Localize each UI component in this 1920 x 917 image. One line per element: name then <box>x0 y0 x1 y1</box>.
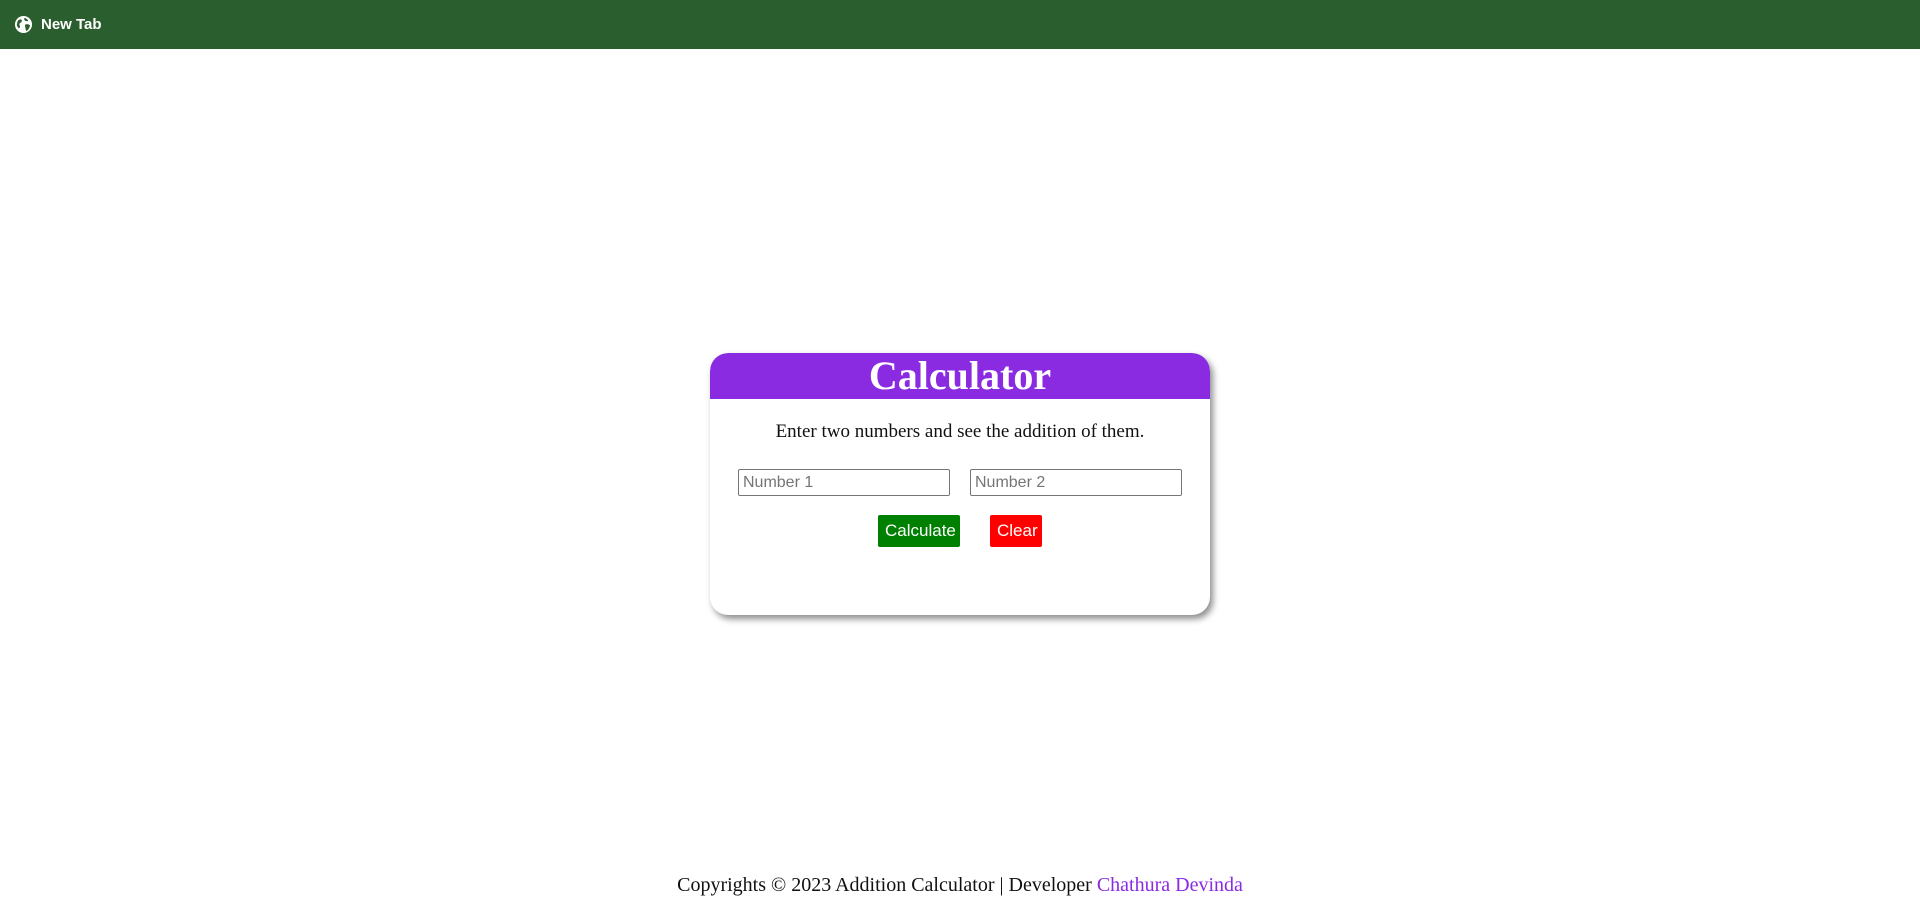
clear-button[interactable]: Clear <box>990 515 1042 547</box>
tab-title: New Tab <box>41 15 102 33</box>
number-2-input[interactable] <box>970 469 1182 496</box>
tab-new-tab[interactable]: New Tab <box>14 13 102 35</box>
calculator-header: Calculator <box>710 353 1210 399</box>
copyright-text: Copyrights © 2023 Addition Calculator | … <box>677 874 1097 896</box>
calculator-title: Calculator <box>868 353 1052 398</box>
footer: Copyrights © 2023 Addition Calculator | … <box>0 874 1920 897</box>
action-buttons: Calculate Clear <box>710 515 1210 547</box>
calculate-button[interactable]: Calculate <box>878 515 960 547</box>
instruction-text: Enter two numbers and see the addition o… <box>775 421 1145 442</box>
browser-tab-bar: New Tab <box>0 0 1920 49</box>
calculator-card: Calculator Enter two numbers and see the… <box>710 353 1210 615</box>
developer-link[interactable]: Chathura Devinda <box>1097 874 1243 896</box>
number-1-input[interactable] <box>738 469 950 496</box>
number-inputs <box>738 469 1182 496</box>
globe-icon <box>14 15 33 34</box>
